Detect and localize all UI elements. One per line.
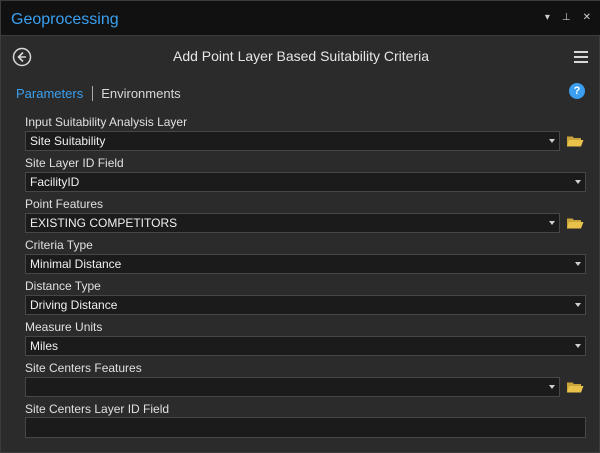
chevron-down-icon: [575, 303, 581, 307]
input-suitability-layer-dropdown[interactable]: Site Suitability: [25, 131, 560, 151]
pane-titlebar: Geoprocessing ▾ ⊥ ✕: [1, 1, 600, 36]
menu-icon[interactable]: [574, 51, 588, 63]
tool-tabs: Parameters Environments: [16, 85, 181, 101]
tab-environments[interactable]: Environments: [101, 86, 180, 101]
site-layer-id-field-dropdown[interactable]: FacilityID: [25, 172, 586, 192]
geoprocessing-pane: Geoprocessing ▾ ⊥ ✕ Add Point Layer Base…: [0, 0, 600, 453]
point-features-value: EXISTING COMPETITORS: [30, 216, 178, 230]
folder-browse-icon[interactable]: [566, 380, 584, 394]
param-label-point-features: Point Features: [25, 197, 104, 211]
folder-browse-icon[interactable]: [566, 216, 584, 230]
chevron-down-icon: [575, 262, 581, 266]
param-label-measure-units: Measure Units: [25, 320, 103, 334]
param-label-distance-type: Distance Type: [25, 279, 101, 293]
chevron-down-icon: [549, 385, 555, 389]
criteria-type-dropdown[interactable]: Minimal Distance: [25, 254, 586, 274]
param-label-site-centers-layer-id-field: Site Centers Layer ID Field: [25, 402, 170, 416]
input-suitability-layer-value: Site Suitability: [30, 134, 106, 148]
tab-parameters[interactable]: Parameters: [16, 86, 83, 101]
folder-browse-icon[interactable]: [566, 134, 584, 148]
chevron-down-icon: [575, 180, 581, 184]
site-layer-id-field-value: FacilityID: [30, 175, 80, 189]
chevron-down-icon: [575, 344, 581, 348]
param-label-site-layer-id-field: Site Layer ID Field: [25, 156, 124, 170]
pane-title: Geoprocessing: [11, 11, 119, 28]
close-icon[interactable]: ✕: [583, 13, 591, 23]
tool-title: Add Point Layer Based Suitability Criter…: [172, 48, 430, 64]
site-centers-layer-id-field-input[interactable]: [25, 417, 586, 438]
measure-units-value: Miles: [30, 339, 59, 353]
param-label-input-suitability-layer: Input Suitability Analysis Layer: [25, 115, 188, 129]
pane-controls: ▾ ⊥ ✕: [545, 13, 591, 23]
site-centers-features-dropdown[interactable]: [25, 377, 560, 397]
tool-header: Add Point Layer Based Suitability Criter…: [1, 36, 600, 76]
tab-separator: [92, 85, 94, 101]
measure-units-dropdown[interactable]: Miles: [25, 336, 586, 356]
chevron-down-icon: [549, 221, 555, 225]
pin-icon[interactable]: ⊥: [562, 13, 571, 23]
param-label-criteria-type: Criteria Type: [25, 238, 93, 252]
point-features-dropdown[interactable]: EXISTING COMPETITORS: [25, 213, 560, 233]
criteria-type-value: Minimal Distance: [30, 257, 122, 271]
chevron-down-icon: [549, 139, 555, 143]
distance-type-value: Driving Distance: [30, 298, 118, 312]
pane-options-icon[interactable]: ▾: [545, 13, 550, 23]
help-icon[interactable]: ?: [569, 83, 585, 99]
param-label-site-centers-features: Site Centers Features: [25, 361, 142, 375]
distance-type-dropdown[interactable]: Driving Distance: [25, 295, 586, 315]
